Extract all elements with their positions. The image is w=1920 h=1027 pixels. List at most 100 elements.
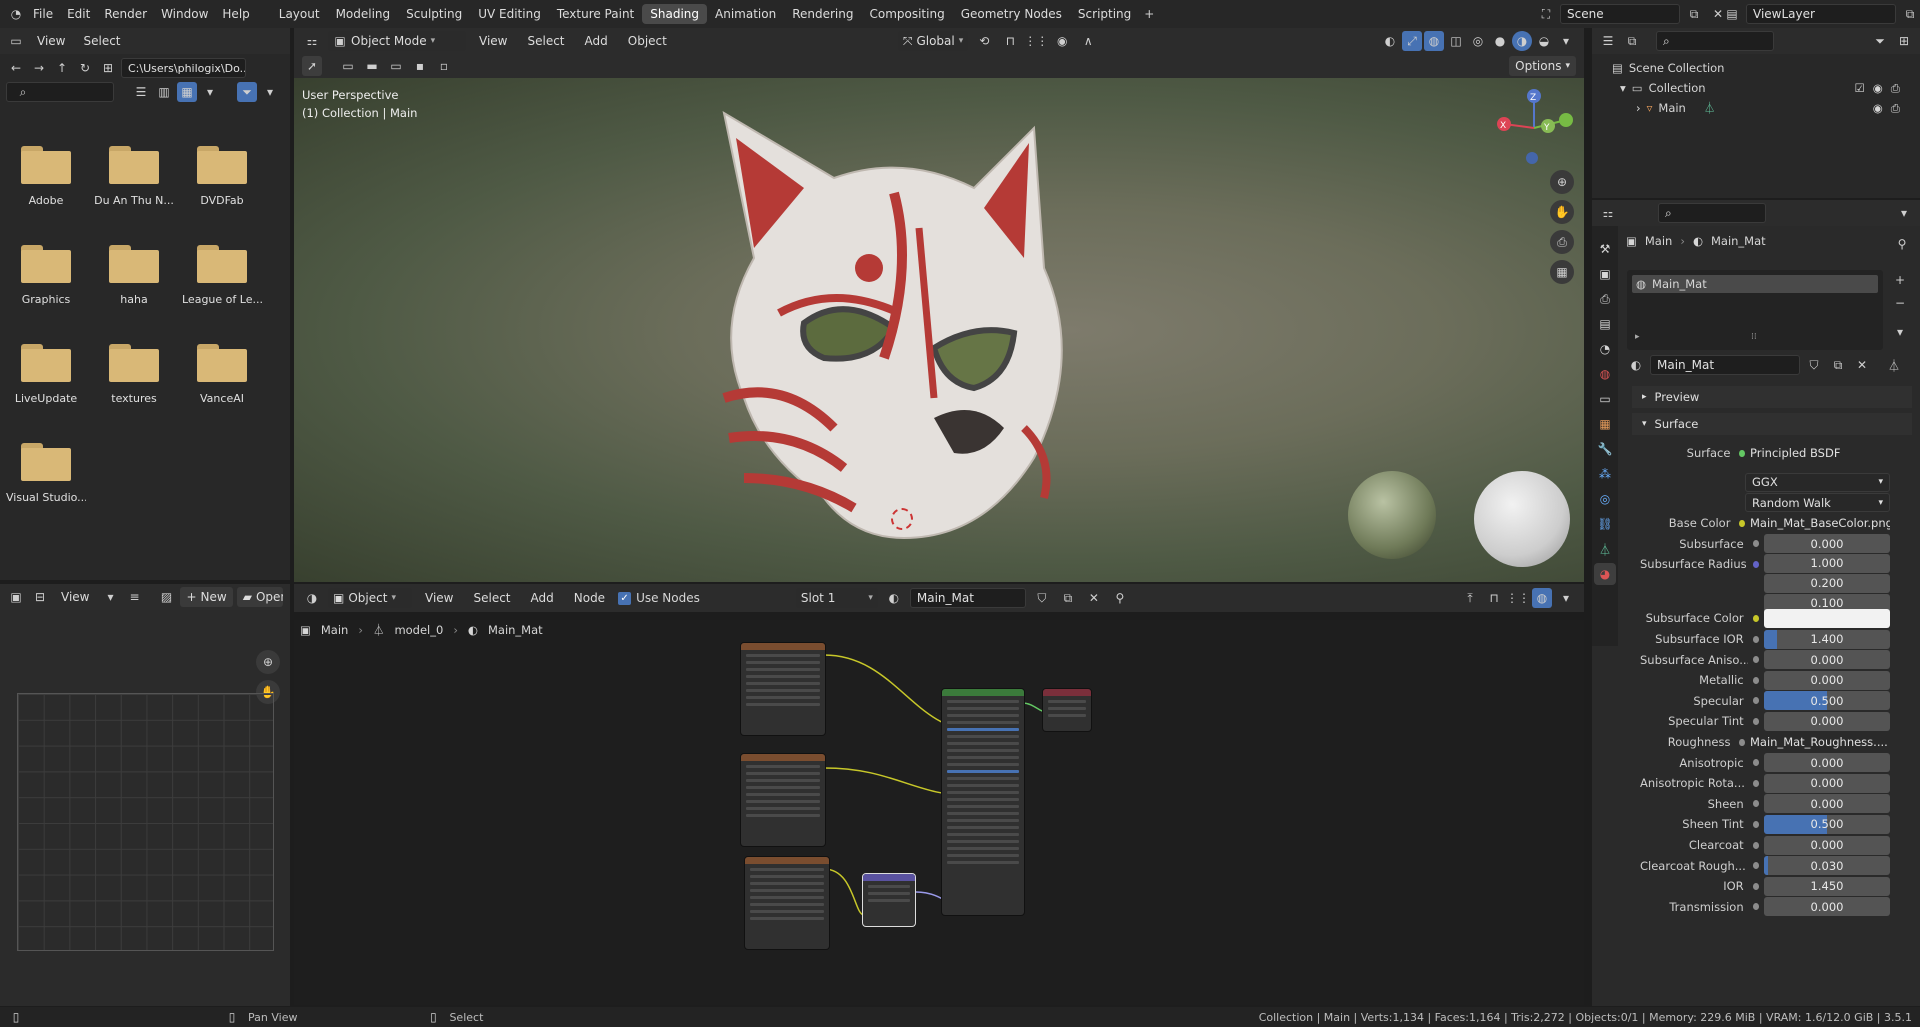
pivot-icon[interactable]: ⟲ [974, 31, 994, 51]
folder-item[interactable]: textures [94, 344, 174, 405]
refresh-icon[interactable]: ↻ [75, 58, 95, 78]
fake-user-icon[interactable]: ⛉ [1804, 355, 1824, 375]
ne-snap-icon[interactable]: ⊓ [1484, 588, 1504, 608]
viewlayer-icon[interactable]: ▤ [1722, 4, 1742, 24]
workspace-tab-sculpting[interactable]: Sculpting [398, 4, 470, 24]
image-editor-type-icon[interactable]: ▣ [6, 587, 26, 607]
material-slot-list[interactable]: ◍ Main_Mat ▸ ⁞⁞ [1627, 270, 1883, 350]
zoom-icon[interactable]: ⊕ [1550, 170, 1574, 194]
scene-tab-icon[interactable]: ◔ [1594, 338, 1616, 360]
pan-hand-icon[interactable]: ✋ [1550, 200, 1574, 224]
thumbnails-icon[interactable]: ▦ [177, 82, 197, 102]
value-slider[interactable]: 0.500 [1764, 691, 1890, 711]
select-invert-icon[interactable]: ▪ [410, 56, 430, 76]
object-tab-icon[interactable]: ▦ [1594, 413, 1616, 435]
properties-search-input[interactable]: ⌕ [1658, 203, 1766, 223]
link-type-icon[interactable]: ⏃ [1884, 355, 1904, 375]
ne-overlay-icon[interactable]: ◍ [1532, 588, 1552, 608]
open-image-button[interactable]: ▰Open [236, 587, 283, 607]
ne-view-menu[interactable]: View [418, 591, 460, 605]
menu-window[interactable]: Window [154, 7, 215, 21]
ne-select-menu[interactable]: Select [466, 591, 517, 605]
camera-view-icon[interactable]: ⎙ [1550, 230, 1574, 254]
ne-node-menu[interactable]: Node [567, 591, 612, 605]
snap-settings-icon[interactable]: ⋮⋮ [1024, 31, 1048, 51]
socket-icon[interactable] [1752, 697, 1759, 705]
options-button[interactable]: Options ▾ [1509, 56, 1576, 76]
tool-tab-icon[interactable]: ⚒ [1594, 238, 1616, 260]
duplicate-material-icon[interactable]: ⧉ [1058, 588, 1078, 608]
color-swatch[interactable] [1764, 608, 1890, 628]
folder-item[interactable]: VanceAI [182, 344, 262, 405]
constraints-tab-icon[interactable]: ⛓ [1594, 513, 1616, 535]
value-slider[interactable]: 1.400 [1764, 629, 1890, 649]
socket-icon[interactable] [1752, 820, 1759, 828]
menu-edit[interactable]: Edit [60, 7, 97, 21]
socket-icon[interactable] [1752, 676, 1759, 684]
method-dropdown[interactable]: Random Walk ▾ [1745, 493, 1890, 513]
vp-add-menu[interactable]: Add [578, 34, 615, 48]
node-canvas[interactable] [294, 620, 1584, 1005]
fb-select-menu[interactable]: Select [76, 34, 127, 48]
folder-item[interactable]: haha [94, 245, 174, 306]
browse-image-icon[interactable]: ▨ [156, 587, 176, 607]
value-slider[interactable]: 0.000 [1764, 753, 1890, 773]
add-workspace-icon[interactable]: + [1139, 4, 1159, 24]
new-viewlayer-icon[interactable]: ⧉ [1900, 4, 1920, 24]
display-dropdown-icon[interactable]: ▾ [200, 82, 220, 102]
workspace-tab-compositing[interactable]: Compositing [861, 4, 952, 24]
uv-grid[interactable] [17, 693, 274, 951]
remove-slot-icon[interactable]: − [1890, 293, 1910, 313]
socket-icon[interactable] [1739, 449, 1745, 457]
3d-cursor-icon[interactable] [891, 508, 913, 530]
pin-icon[interactable]: ⚲ [1892, 234, 1912, 254]
eye-icon[interactable]: ◉ [1873, 78, 1883, 98]
use-nodes-toggle[interactable]: ✓ Use Nodes [618, 591, 700, 605]
value-slider[interactable]: 1.450 [1764, 876, 1890, 896]
new-collection-icon[interactable]: ⊞ [1894, 31, 1914, 51]
new-folder-icon[interactable]: ⊞ [98, 58, 118, 78]
navigation-gizmo[interactable]: Z Y X [1494, 88, 1574, 168]
folder-item[interactable]: DVDFab [182, 146, 262, 207]
socket-icon[interactable] [1752, 882, 1759, 890]
menu-render[interactable]: Render [97, 7, 154, 21]
tree-item-collection[interactable]: ▾ ▭ Collection ☑ ◉ ⎙ [1612, 78, 1900, 98]
socket-icon[interactable] [1752, 614, 1759, 622]
socket-icon[interactable] [1752, 862, 1759, 870]
duplicate-material-icon[interactable]: ⧉ [1828, 355, 1848, 375]
ortho-toggle-icon[interactable]: ▦ [1550, 260, 1574, 284]
node-object-dropdown[interactable]: ▣ Object ▾ [328, 588, 412, 608]
expand-icon[interactable]: ▸ [1635, 332, 1640, 342]
image-texture-node-basecolor[interactable] [741, 643, 825, 735]
folder-item[interactable]: Visual Studio... [6, 443, 86, 504]
material-browse-icon[interactable]: ◐ [884, 588, 904, 608]
output-tab-icon[interactable]: ⎙ [1594, 288, 1616, 310]
rendered-shading-icon[interactable]: ◒ [1534, 31, 1554, 51]
select-subtract-icon[interactable]: ▭ [386, 56, 406, 76]
socket-icon[interactable] [1752, 540, 1759, 548]
falloff-icon[interactable]: ∧ [1078, 31, 1098, 51]
select-tool-icon[interactable]: ➚ [302, 56, 322, 76]
outliner-type-icon[interactable]: ☰ [1598, 31, 1618, 51]
vp-view-menu[interactable]: View [472, 34, 514, 48]
workspace-tab-animation[interactable]: Animation [707, 4, 784, 24]
back-icon[interactable]: ← [6, 58, 26, 78]
workspace-tab-modeling[interactable]: Modeling [328, 4, 399, 24]
collection-tab-icon[interactable]: ▭ [1594, 388, 1616, 410]
value-slider[interactable]: 0.000 [1764, 897, 1890, 917]
filter-dropdown-icon[interactable]: ▾ [260, 82, 280, 102]
socket-icon[interactable] [1752, 903, 1759, 911]
slot-specials-icon[interactable]: ▾ [1890, 322, 1910, 342]
workspace-tab-texture-paint[interactable]: Texture Paint [549, 4, 642, 24]
socket-icon[interactable] [1752, 759, 1759, 767]
gizmo-icon[interactable]: ⤢ [1402, 31, 1422, 51]
principled-bsdf-node[interactable] [942, 689, 1024, 915]
camera-icon[interactable]: ⎙ [1891, 78, 1900, 98]
linked-input[interactable]: Main_Mat_Roughness.... [1750, 733, 1890, 752]
pin-icon[interactable]: ⚲ [1110, 588, 1130, 608]
list-horizontal-icon[interactable]: ▥ [154, 82, 174, 102]
scene-icon[interactable]: ⛶ [1536, 4, 1556, 24]
checkbox-checked-icon[interactable]: ☑ [1854, 78, 1864, 98]
unlink-material-icon[interactable]: ✕ [1084, 588, 1104, 608]
socket-icon[interactable] [1752, 560, 1759, 568]
